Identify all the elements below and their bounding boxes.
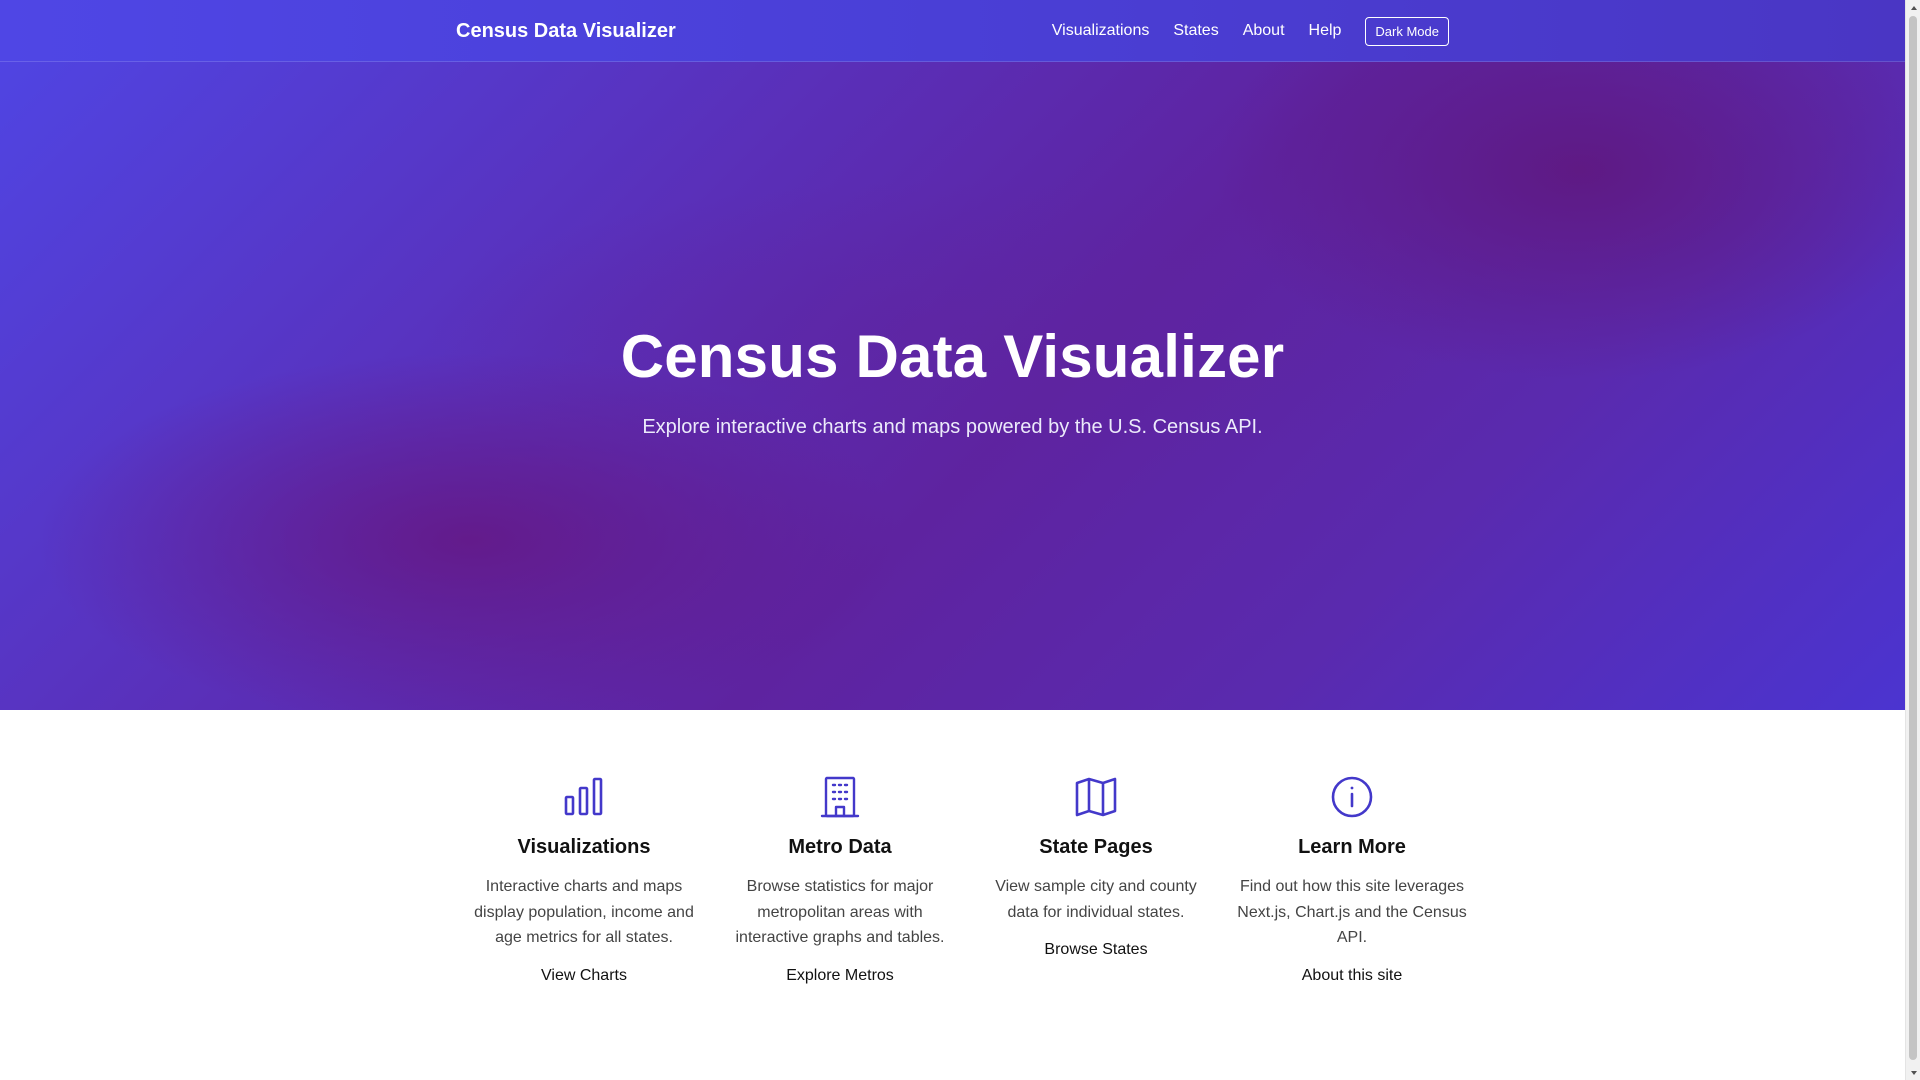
map-icon — [1075, 777, 1117, 817]
brand-link[interactable]: Census Data Visualizer — [456, 20, 676, 43]
feature-description: View sample city and county data for ind… — [995, 878, 1197, 921]
browse-states-link[interactable]: Browse States — [980, 941, 1212, 959]
page: Census Data Visualizer Explore interacti… — [0, 0, 1905, 1080]
dark-mode-button[interactable]: Dark Mode — [1365, 16, 1449, 46]
feature-description: Browse statistics for major metropolitan… — [735, 878, 945, 946]
navbar-inner: Census Data Visualizer Visualizations St… — [456, 0, 1449, 62]
feature-visualizations: Visualizations Interactive charts and ma… — [456, 775, 712, 985]
hero-title: Census Data Visualizer — [620, 323, 1285, 390]
feature-title: Visualizations — [517, 836, 651, 858]
features-section: Visualizations Interactive charts and ma… — [456, 775, 1480, 985]
about-site-link[interactable]: About this site — [1236, 967, 1468, 985]
feature-description: Find out how this site leverages Next.js… — [1237, 878, 1467, 946]
scrollbar-thumb[interactable] — [1909, 16, 1917, 1060]
info-icon — [1331, 776, 1373, 818]
scroll-down-arrow-icon[interactable] — [1906, 1065, 1920, 1080]
feature-title: State Pages — [1039, 836, 1153, 858]
hero-subtitle: Explore interactive charts and maps powe… — [642, 416, 1263, 438]
bar-chart-icon — [564, 777, 603, 816]
nav-link-visualizations[interactable]: Visualizations — [1052, 22, 1150, 40]
navbar: Census Data Visualizer Visualizations St… — [0, 0, 1905, 62]
feature-state-pages: State Pages View sample city and county … — [968, 775, 1224, 985]
nav-link-states[interactable]: States — [1173, 22, 1218, 40]
nav-link-help[interactable]: Help — [1309, 22, 1342, 40]
feature-title: Metro Data — [788, 836, 892, 858]
scroll-up-arrow-icon[interactable] — [1906, 0, 1920, 15]
building-icon — [820, 776, 860, 818]
feature-title: Learn More — [1298, 836, 1406, 858]
view-charts-link[interactable]: View Charts — [468, 967, 700, 985]
vertical-scrollbar[interactable] — [1905, 0, 1920, 1080]
nav-link-about[interactable]: About — [1243, 22, 1285, 40]
feature-metro-data: Metro Data Browse statistics for major m… — [712, 775, 968, 985]
explore-metros-link[interactable]: Explore Metros — [724, 967, 956, 985]
feature-learn-more: Learn More Find out how this site levera… — [1224, 775, 1480, 985]
hero-section: Census Data Visualizer Explore interacti… — [0, 0, 1905, 710]
feature-description: Interactive charts and maps display popu… — [474, 878, 694, 946]
nav-links: Visualizations States About Help Dark Mo… — [1052, 16, 1449, 46]
